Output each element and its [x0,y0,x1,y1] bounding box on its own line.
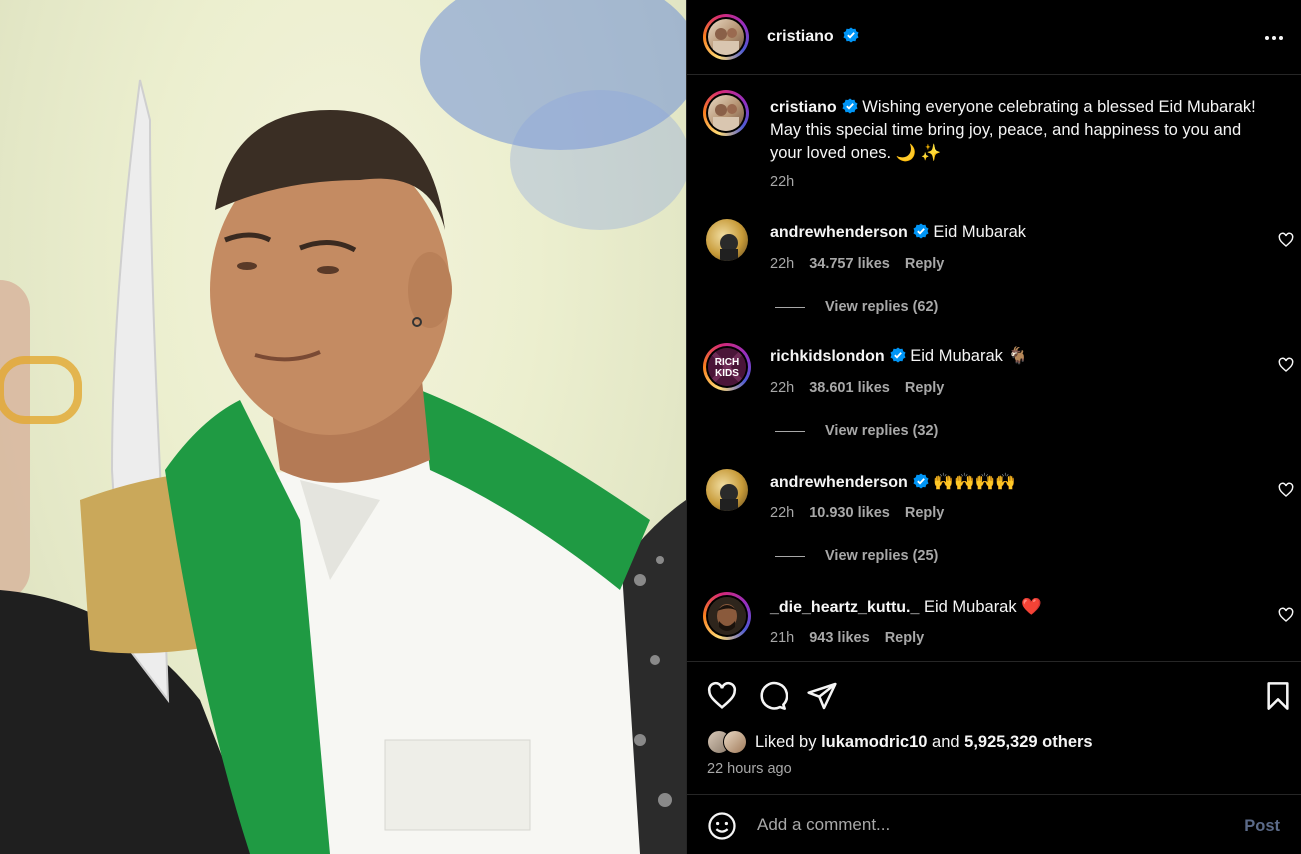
post-details-panel: cristiano cristiano Wishing everyone cel [686,0,1301,854]
liked-by-and: and [932,732,960,751]
view-replies-button[interactable]: View replies (32) [775,423,938,439]
comment-text: Eid Mubarak ❤️ [923,598,1042,616]
share-icon[interactable] [806,680,838,712]
comment-avatar[interactable] [706,219,748,261]
caption-text-block: cristiano Wishing everyone celebrating a… [770,96,1275,165]
comment-username[interactable]: andrewhenderson [770,474,908,491]
more-options-icon[interactable] [1260,24,1288,52]
post-actions: Liked by lukamodric10 and 5,925,329 othe… [687,661,1301,794]
comment-like-icon[interactable] [1278,607,1294,623]
likes-summary: Liked by lukamodric10 and 5,925,329 othe… [707,730,1093,754]
comment-text: Eid Mubarak [933,223,1027,241]
comment-time: 22h [770,380,795,396]
verified-icon [913,473,929,489]
caption-avatar[interactable] [703,90,749,136]
verified-icon [890,347,906,363]
post-photo[interactable] [0,0,686,854]
comment-like-icon[interactable] [1278,232,1294,248]
comment-avatar[interactable]: RICH KIDS [703,343,751,391]
comment-username[interactable]: richkidslondon [770,348,885,365]
author-username[interactable]: cristiano [767,28,834,45]
comment-like-icon[interactable] [1278,357,1294,373]
comment-likes[interactable]: 943 likes [809,630,869,646]
svg-text:RICH: RICH [715,357,739,368]
author-avatar[interactable] [703,14,749,60]
comment-likes[interactable]: 38.601 likes [809,380,890,396]
verified-icon [913,223,929,239]
post-photo-illustration [0,0,686,854]
comment-username[interactable]: _die_heartz_kuttu._ [770,599,919,616]
comment-avatar[interactable] [706,469,748,511]
svg-text:KIDS: KIDS [715,368,739,379]
liker-avatars[interactable] [707,730,753,754]
reply-button[interactable]: Reply [905,505,945,521]
liked-by-user[interactable]: lukamodric10 [821,733,927,752]
add-comment-bar: Add a comment... Post [687,794,1301,854]
liked-by-prefix: Liked by [755,732,817,751]
view-replies-button[interactable]: View replies (62) [775,299,938,315]
caption-time: 22h [770,174,795,190]
comment-icon[interactable] [756,680,788,712]
caption-meta: 22h [770,174,794,190]
post-time-ago[interactable]: 22 hours ago [707,761,792,777]
view-replies-button[interactable]: View replies (25) [775,548,938,564]
comment-text: Eid Mubarak 🐐 [910,347,1029,365]
comment-likes[interactable]: 10.930 likes [809,505,890,521]
comment-likes[interactable]: 34.757 likes [809,256,890,272]
comment-time: 21h [770,630,795,646]
instagram-post-view: cristiano cristiano Wishing everyone cel [0,0,1301,854]
verified-icon [843,27,859,43]
comment-text: 🙌🙌🙌🙌 [933,473,1016,491]
reply-button[interactable]: Reply [905,380,945,396]
post-button[interactable]: Post [1244,817,1280,836]
caption-username[interactable]: cristiano [770,99,837,116]
emoji-icon[interactable] [707,811,737,841]
reply-button[interactable]: Reply [905,256,945,272]
comment-like-icon[interactable] [1278,482,1294,498]
post-header: cristiano [687,0,1301,75]
comment-time: 22h [770,505,795,521]
comment-avatar[interactable] [703,592,751,640]
bookmark-icon[interactable] [1262,680,1294,712]
add-comment-input[interactable]: Add a comment... [757,815,890,835]
comment-time: 22h [770,256,795,272]
liked-by-others[interactable]: 5,925,329 others [964,733,1092,752]
comment-username[interactable]: andrewhenderson [770,224,908,241]
reply-button[interactable]: Reply [885,630,925,646]
verified-icon [842,98,858,114]
heart-icon[interactable] [706,680,738,712]
